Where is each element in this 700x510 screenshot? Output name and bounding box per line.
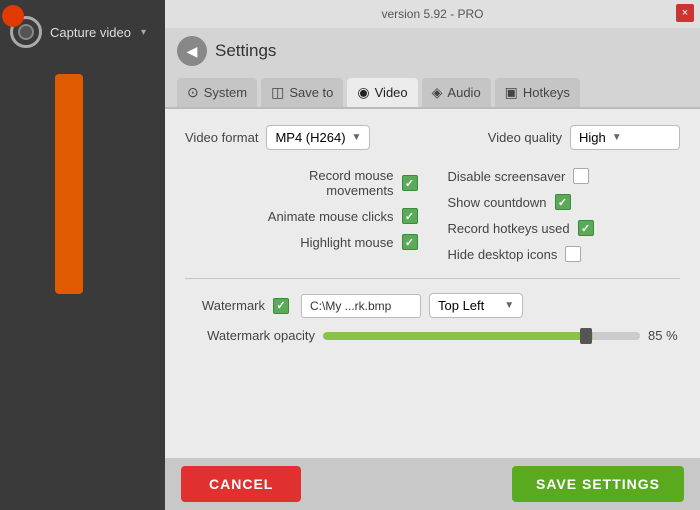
system-icon: ⊙ <box>187 84 199 101</box>
opacity-value: 85 % <box>648 328 680 343</box>
close-button[interactable]: × <box>676 4 694 22</box>
watermark-label: Watermark <box>185 298 265 313</box>
hotkeys-icon: ▣ <box>505 84 518 101</box>
settings-panel: Video format MP4 (H264) ▼ Video quality … <box>165 107 700 458</box>
opacity-label: Watermark opacity <box>185 328 315 343</box>
animate-clicks-checkbox[interactable]: ✓ <box>402 208 418 224</box>
highlight-mouse-check-icon: ✓ <box>405 236 414 249</box>
watermark-checkbox[interactable]: ✓ <box>273 298 289 314</box>
record-hotkeys-checkbox[interactable]: ✓ <box>578 220 594 236</box>
sidebar: Capture video ▾ <box>0 0 165 510</box>
animate-clicks-label: Animate mouse clicks <box>268 209 394 224</box>
tab-system[interactable]: ⊙ System <box>177 78 257 107</box>
quality-dropdown-icon: ▼ <box>612 132 622 143</box>
tab-audio[interactable]: ◈ Audio <box>422 78 491 107</box>
hide-desktop-checkbox[interactable] <box>565 246 581 262</box>
capture-label: Capture video <box>50 25 131 40</box>
record-mouse-checkbox[interactable]: ✓ <box>402 175 418 191</box>
format-dropdown-icon: ▼ <box>352 132 362 143</box>
highlight-mouse-label: Highlight mouse <box>300 235 393 250</box>
format-dropdown[interactable]: MP4 (H264) ▼ <box>266 125 370 150</box>
hide-desktop-label: Hide desktop icons <box>448 247 558 262</box>
tab-hotkeys-label: Hotkeys <box>523 85 570 100</box>
format-label: Video format <box>185 130 258 145</box>
header-row: ◀ Settings <box>165 28 700 74</box>
quality-dropdown[interactable]: High ▼ <box>570 125 680 150</box>
record-mouse-label: Record mousemovements <box>309 168 394 198</box>
show-countdown-checkbox[interactable]: ✓ <box>555 194 571 210</box>
show-countdown-check-icon: ✓ <box>558 196 567 209</box>
tab-video-label: Video <box>375 85 408 100</box>
sidebar-visual <box>0 54 165 510</box>
back-button[interactable]: ◀ <box>177 36 207 66</box>
settings-title: Settings <box>215 41 276 61</box>
check-record-hotkeys: Record hotkeys used ✓ <box>448 220 594 236</box>
tab-saveto-label: Save to <box>289 85 333 100</box>
tab-video[interactable]: ◉ Video <box>347 78 417 107</box>
watermark-position-icon: ▼ <box>504 300 514 311</box>
check-show-countdown: Show countdown ✓ <box>448 194 571 210</box>
watermark-path-field[interactable]: C:\My ...rk.bmp <box>301 294 421 318</box>
divider <box>185 278 680 279</box>
quality-value: High <box>579 130 606 145</box>
record-mouse-check-icon: ✓ <box>405 177 414 190</box>
watermark-row: Watermark ✓ C:\My ...rk.bmp Top Left ▼ <box>185 293 680 318</box>
opacity-slider-thumb[interactable] <box>580 328 592 344</box>
bottom-bar: CANCEL SAVE SETTINGS <box>165 458 700 510</box>
save-settings-button[interactable]: SAVE SETTINGS <box>512 466 684 502</box>
cancel-button[interactable]: CANCEL <box>181 466 301 502</box>
app-logo <box>2 5 24 27</box>
sidebar-orange-strip <box>55 74 83 294</box>
check-record-mouse: Record mousemovements ✓ <box>309 168 418 198</box>
check-disable-screensaver: Disable screensaver <box>448 168 590 184</box>
capture-chevron-icon[interactable]: ▾ <box>141 27 146 38</box>
record-hotkeys-check-icon: ✓ <box>581 222 590 235</box>
show-countdown-label: Show countdown <box>448 195 547 210</box>
sidebar-header: Capture video ▾ <box>0 10 165 54</box>
check-animate-clicks: Animate mouse clicks ✓ <box>268 208 418 224</box>
version-text: version 5.92 - PRO <box>381 7 483 21</box>
record-hotkeys-label: Record hotkeys used <box>448 221 570 236</box>
video-icon: ◉ <box>357 84 369 101</box>
check-highlight-mouse: Highlight mouse ✓ <box>300 234 417 250</box>
disable-screensaver-checkbox[interactable] <box>573 168 589 184</box>
quality-group: Video quality High ▼ <box>488 125 680 150</box>
disable-screensaver-label: Disable screensaver <box>448 169 566 184</box>
tabs-row: ⊙ System ◫ Save to ◉ Video ◈ Audio ▣ Hot… <box>165 74 700 107</box>
opacity-slider-container: 85 % <box>323 328 680 343</box>
tab-hotkeys[interactable]: ▣ Hotkeys <box>495 78 580 107</box>
animate-clicks-check-icon: ✓ <box>405 210 414 223</box>
format-group: Video format MP4 (H264) ▼ <box>185 125 370 150</box>
watermark-position-value: Top Left <box>438 298 484 313</box>
title-bar: version 5.92 - PRO × <box>165 0 700 28</box>
watermark-check-icon: ✓ <box>276 299 285 312</box>
tab-system-label: System <box>204 85 247 100</box>
main-content: version 5.92 - PRO × ◀ Settings ⊙ System… <box>165 0 700 510</box>
record-circle-inner <box>18 24 34 40</box>
format-quality-row: Video format MP4 (H264) ▼ Video quality … <box>185 125 680 150</box>
quality-label: Video quality <box>488 130 562 145</box>
opacity-row: Watermark opacity 85 % <box>185 328 680 343</box>
tab-audio-label: Audio <box>447 85 480 100</box>
watermark-position-dropdown[interactable]: Top Left ▼ <box>429 293 523 318</box>
audio-icon: ◈ <box>432 84 443 101</box>
opacity-slider-track[interactable] <box>323 332 640 340</box>
highlight-mouse-checkbox[interactable]: ✓ <box>402 234 418 250</box>
format-value: MP4 (H264) <box>275 130 345 145</box>
saveto-icon: ◫ <box>271 84 284 101</box>
tab-saveto[interactable]: ◫ Save to <box>261 78 343 107</box>
check-hide-desktop: Hide desktop icons <box>448 246 582 262</box>
